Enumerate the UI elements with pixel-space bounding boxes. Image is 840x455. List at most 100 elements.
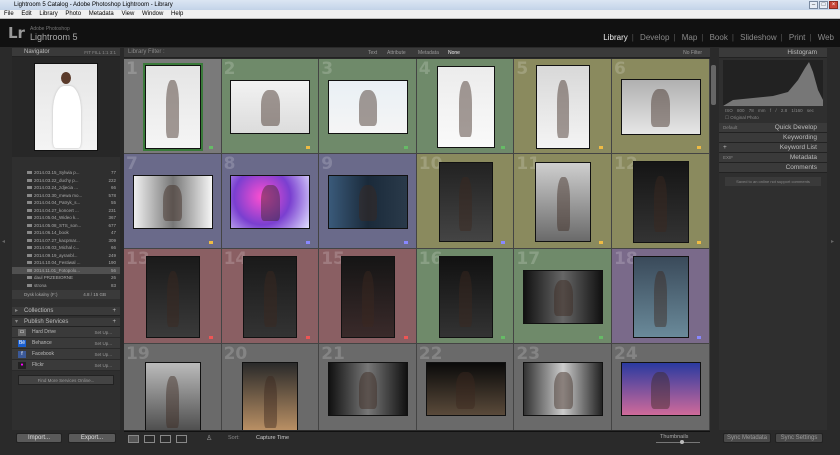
add-publish-icon[interactable]: + bbox=[112, 318, 116, 327]
grid-cell[interactable]: 6 bbox=[612, 59, 710, 154]
color-label-icon[interactable] bbox=[208, 146, 213, 149]
photo-thumbnail[interactable] bbox=[620, 362, 701, 416]
menu-file[interactable]: File bbox=[4, 11, 14, 17]
folder-item[interactable]: 2014.05.04_Wideo k... 367 bbox=[12, 214, 120, 222]
service-facebook[interactable]: f Facebook Set Up... bbox=[12, 349, 120, 360]
color-label-icon[interactable] bbox=[598, 146, 603, 149]
close-icon[interactable]: × bbox=[829, 1, 838, 9]
color-label-icon[interactable] bbox=[403, 241, 408, 244]
photo-thumbnail[interactable] bbox=[327, 362, 408, 416]
color-label-icon[interactable] bbox=[306, 241, 311, 244]
menu-window[interactable]: Window bbox=[142, 11, 163, 17]
navigator-header[interactable]: Navigator FIT FILL 1:1 3:1 bbox=[12, 48, 120, 57]
photo-thumbnail[interactable] bbox=[438, 161, 493, 242]
service-flickr[interactable]: ● Flickr Set Up... bbox=[12, 360, 120, 371]
photo-thumbnail[interactable] bbox=[230, 174, 311, 229]
color-label-icon[interactable] bbox=[208, 336, 213, 339]
photo-thumbnail[interactable] bbox=[230, 79, 311, 134]
grid-cell[interactable]: 14 bbox=[221, 249, 320, 344]
filter-tab-none[interactable]: None bbox=[448, 50, 460, 56]
quick-develop-preset[interactable]: Default bbox=[723, 123, 737, 133]
photo-thumbnail[interactable] bbox=[132, 174, 213, 229]
menu-metadata[interactable]: Metadata bbox=[89, 11, 114, 17]
photo-thumbnail[interactable] bbox=[243, 255, 298, 338]
folder-item[interactable]: 2014.06.14_book 47 bbox=[12, 229, 120, 237]
folder-item[interactable]: 2014.03.15_Sylwia p... 77 bbox=[12, 169, 120, 177]
menu-help[interactable]: Help bbox=[171, 11, 183, 17]
folder-item[interactable]: 2014.10.04_Festiwal ... 190 bbox=[12, 259, 120, 267]
quick-develop-header[interactable]: Default Quick Develop bbox=[719, 123, 827, 133]
grid-cell[interactable]: 9 bbox=[319, 154, 417, 249]
sync-metadata-button[interactable]: Sync Metadata bbox=[723, 433, 771, 443]
color-label-icon[interactable] bbox=[501, 241, 506, 244]
compare-view-icon[interactable] bbox=[160, 435, 171, 443]
module-book[interactable]: Book bbox=[710, 33, 728, 42]
grid-view-icon[interactable] bbox=[128, 435, 139, 443]
find-more-services-button[interactable]: Find More Services Online... bbox=[18, 375, 114, 385]
sync-settings-button[interactable]: Sync Settings bbox=[775, 433, 823, 443]
module-print[interactable]: Print bbox=[789, 33, 805, 42]
folder-item[interactable]: 2014.11.01_Fotopolo... 56 bbox=[12, 266, 120, 274]
color-label-icon[interactable] bbox=[306, 146, 311, 149]
export-button[interactable]: Export... bbox=[68, 433, 116, 443]
photo-thumbnail[interactable] bbox=[536, 64, 591, 149]
thumbnail-size-handle[interactable] bbox=[680, 440, 684, 444]
filter-tab-text[interactable]: Text bbox=[368, 50, 377, 56]
photo-thumbnail[interactable] bbox=[438, 255, 493, 338]
color-label-icon[interactable] bbox=[208, 241, 213, 244]
setup-button[interactable]: Set Up... bbox=[94, 338, 112, 349]
photo-thumbnail[interactable] bbox=[523, 269, 604, 324]
grid-cell[interactable]: 23 bbox=[514, 344, 612, 430]
grid-cell[interactable]: 20 bbox=[221, 344, 320, 430]
sort-dropdown[interactable]: Capture Time bbox=[256, 435, 289, 441]
folder-item[interactable]: 2014.04.27_koncert ... 231 bbox=[12, 207, 120, 215]
grid-cell[interactable]: 5 bbox=[514, 59, 612, 154]
maximize-icon[interactable]: □ bbox=[819, 1, 828, 9]
metadata-header[interactable]: EXIF Metadata bbox=[719, 153, 827, 163]
module-map[interactable]: Map bbox=[682, 33, 698, 42]
color-label-icon[interactable] bbox=[403, 146, 408, 149]
folder-item[interactable]: 2014.05.08_STS_son... 677 bbox=[12, 222, 120, 230]
grid-cell[interactable]: 11 bbox=[514, 154, 612, 249]
menu-library[interactable]: Library bbox=[39, 11, 57, 17]
keyword-list-header[interactable]: + Keyword List bbox=[719, 143, 827, 153]
left-panel-toggle-icon[interactable]: ◂ bbox=[2, 238, 5, 245]
folder-item[interactable]: strona 83 bbox=[12, 282, 120, 290]
grid-cell[interactable]: 1 bbox=[124, 59, 222, 154]
folder-item[interactable]: 2014.03.22_duchy p... 222 bbox=[12, 177, 120, 185]
setup-button[interactable]: Set Up... bbox=[94, 360, 112, 371]
histogram-header[interactable]: Histogram bbox=[719, 48, 827, 58]
grid-cell[interactable]: 10 bbox=[416, 154, 515, 249]
color-label-icon[interactable] bbox=[598, 336, 603, 339]
photo-thumbnail[interactable] bbox=[425, 362, 506, 416]
grid-cell[interactable]: 7 bbox=[124, 154, 222, 249]
grid-cell[interactable]: 17 bbox=[514, 249, 612, 344]
scrollbar-thumb[interactable] bbox=[711, 65, 716, 105]
folder-item[interactable]: 2014.03.30_mewa mo... 578 bbox=[12, 192, 120, 200]
folder-item[interactable]: 2014.07.27_kacpmar... 309 bbox=[12, 237, 120, 245]
navigator-preview[interactable] bbox=[12, 57, 120, 157]
filter-tab-attribute[interactable]: Attribute bbox=[387, 50, 406, 56]
grid-cell[interactable]: 16 bbox=[416, 249, 515, 344]
service-behance[interactable]: Bē Behance Set Up... bbox=[12, 338, 120, 349]
grid-cell[interactable]: 8 bbox=[221, 154, 320, 249]
module-slideshow[interactable]: Slideshow bbox=[740, 33, 776, 42]
comments-header[interactable]: Comments bbox=[719, 163, 827, 173]
photo-thumbnail[interactable] bbox=[620, 78, 701, 135]
grid-cell[interactable]: 18 bbox=[612, 249, 710, 344]
minimize-icon[interactable]: – bbox=[809, 1, 818, 9]
painter-icon[interactable]: ♙ bbox=[206, 434, 212, 442]
grid-cell[interactable]: 24 bbox=[612, 344, 710, 430]
color-label-icon[interactable] bbox=[403, 336, 408, 339]
grid-cell[interactable]: 19 bbox=[124, 344, 222, 430]
photo-thumbnail[interactable] bbox=[142, 62, 203, 151]
grid-cell[interactable]: 4 bbox=[416, 59, 515, 154]
color-label-icon[interactable] bbox=[696, 336, 701, 339]
filter-preset[interactable]: No Filter bbox=[683, 50, 702, 56]
grid-cell[interactable]: 2 bbox=[221, 59, 320, 154]
publish-services-header[interactable]: ▾ Publish Services + bbox=[12, 318, 120, 327]
photo-thumbnail[interactable] bbox=[145, 255, 200, 338]
add-collection-icon[interactable]: + bbox=[112, 307, 116, 316]
photo-thumbnail[interactable] bbox=[242, 362, 299, 430]
photo-thumbnail[interactable] bbox=[144, 362, 201, 430]
